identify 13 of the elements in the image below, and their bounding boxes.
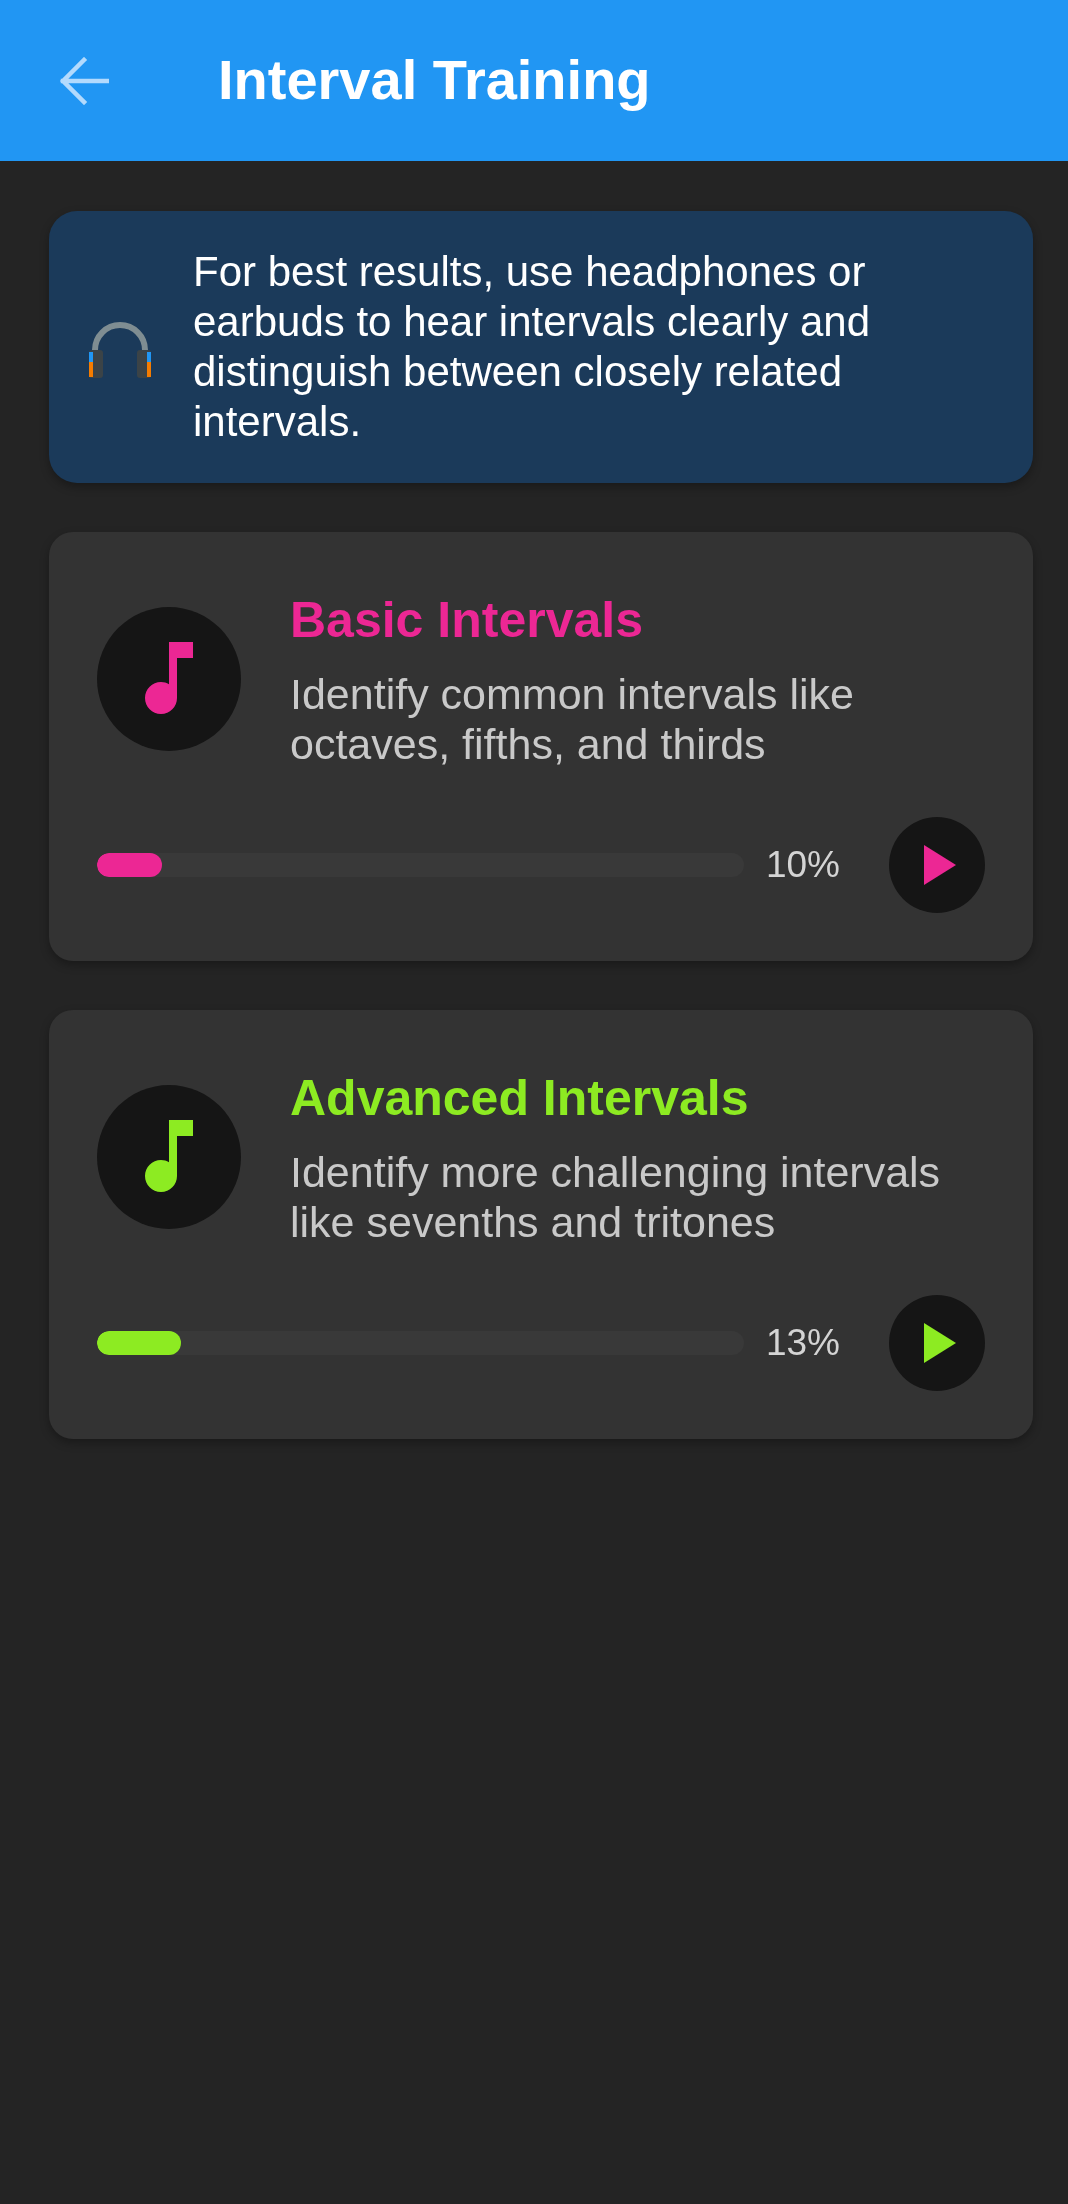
music-note-icon bbox=[97, 606, 241, 751]
progress-percent: 13% bbox=[765, 1321, 840, 1365]
progress-percent: 10% bbox=[765, 843, 840, 887]
play-icon bbox=[924, 1323, 956, 1363]
exercise-title: Advanced Intervals bbox=[290, 1069, 750, 1128]
exercise-title: Basic Intervals bbox=[290, 591, 644, 650]
exercise-description: Identify more challenging intervals like sevenths and tritones bbox=[290, 1147, 942, 1247]
tip-text: For best results, use headphones or earbuds to hear intervals clearly and distinguish between closely related intervals. bbox=[193, 247, 872, 447]
music-note-icon bbox=[97, 1084, 241, 1229]
back-arrow-icon bbox=[59, 56, 109, 105]
play-icon bbox=[924, 845, 956, 885]
exercise-description: Identify common intervals like octaves, fifths, and thirds bbox=[290, 669, 855, 769]
screen-title: Interval Training bbox=[218, 48, 651, 113]
